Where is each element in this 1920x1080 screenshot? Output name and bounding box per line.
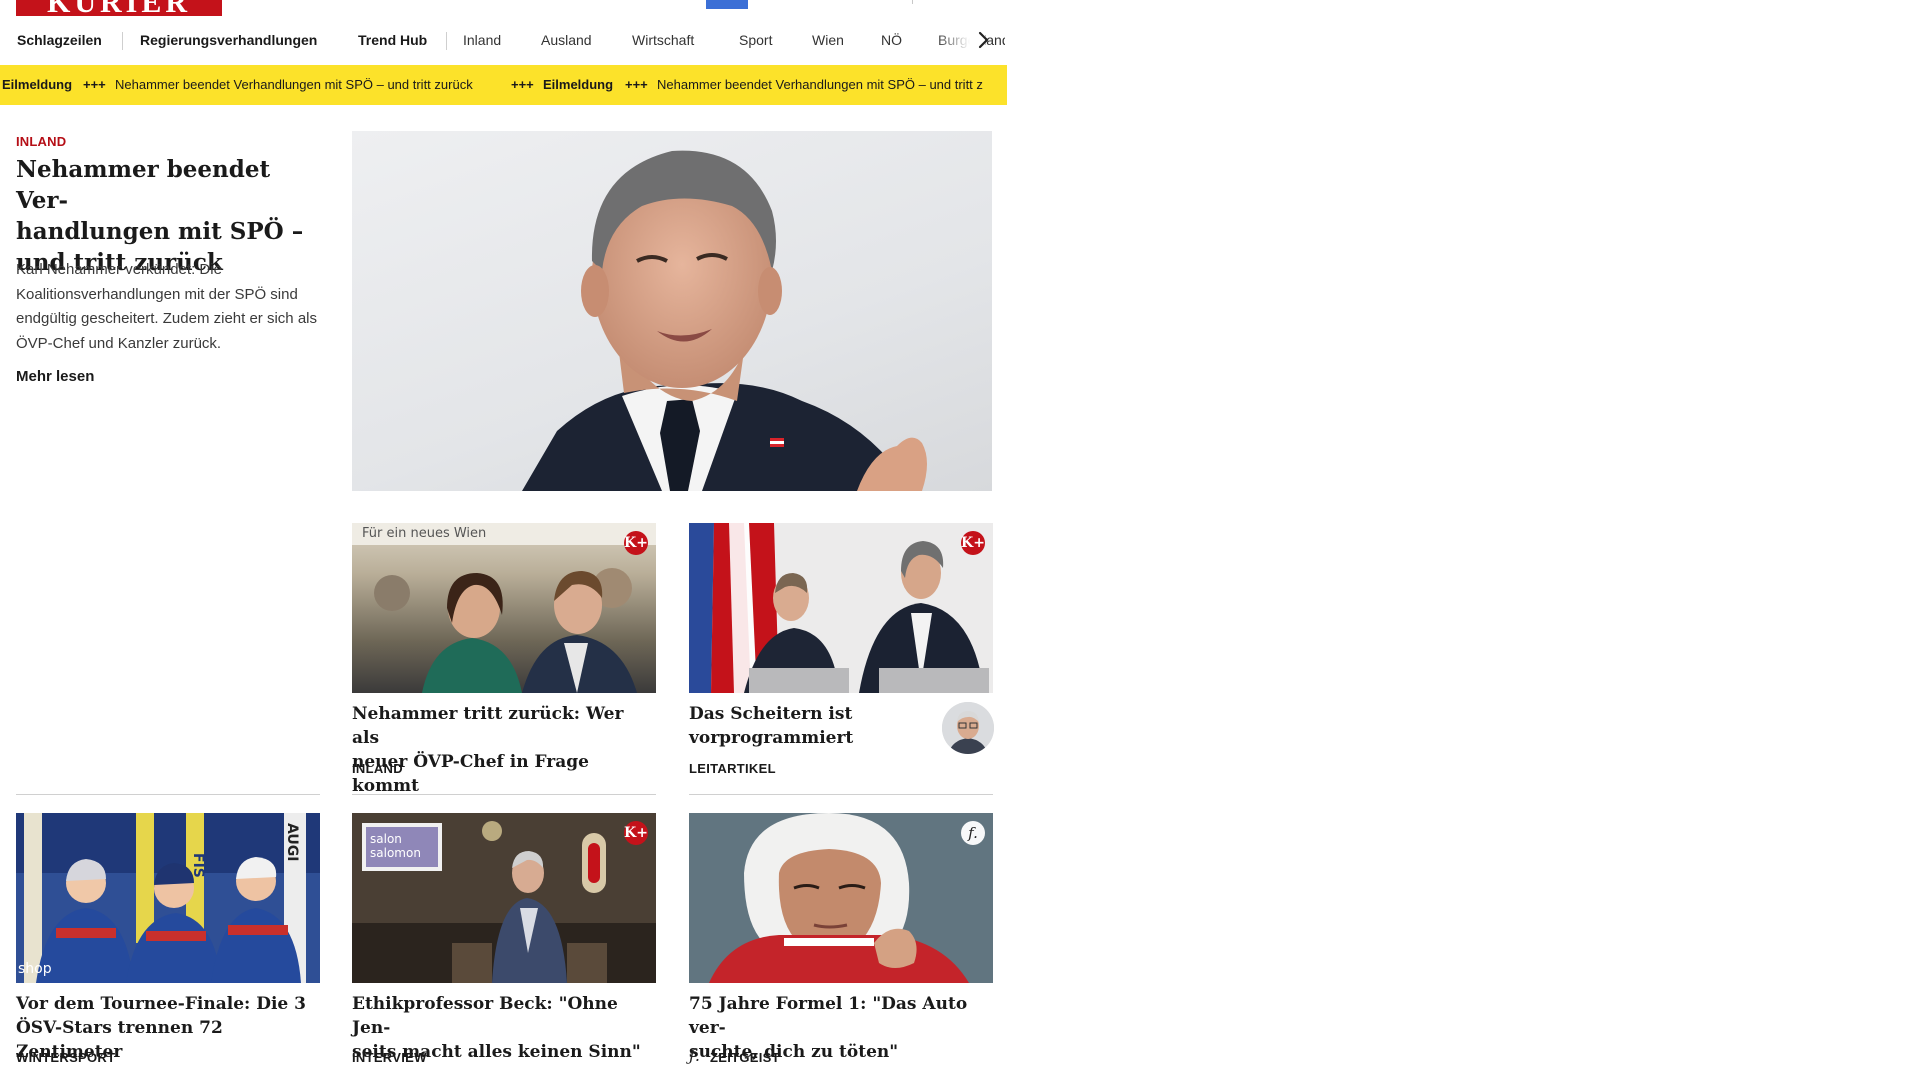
ticker-label: Eilmeldung (2, 77, 73, 92)
image-logo-text: salomon (370, 846, 421, 860)
nav-item-trend-hub[interactable]: Trend Hub (358, 24, 427, 56)
kplus-badge-icon: K+ (961, 531, 985, 555)
card-image[interactable]: FIS AUGI shop (16, 813, 320, 983)
card-title[interactable]: Das Scheitern ist vorprogrammiert (689, 702, 929, 750)
chevron-right-icon[interactable] (972, 24, 996, 56)
card-title-line: Vor dem Tournee-Finale: Die 3 (16, 994, 306, 1014)
lead-image[interactable] (352, 131, 992, 491)
row-divider (689, 794, 993, 795)
card-image[interactable]: Für ein neues Wien K+ (352, 523, 656, 693)
image-sign-text: Für ein neues Wien (362, 526, 486, 541)
nav-item-inland[interactable]: Inland (463, 24, 501, 56)
image-logo-text: salon (370, 832, 402, 846)
card-category[interactable]: INLAND (352, 761, 403, 776)
nav-item-sport[interactable]: Sport (739, 24, 772, 56)
card-title-line: Das Scheitern ist (689, 704, 853, 724)
nav-item-wirtschaft[interactable]: Wirtschaft (632, 24, 694, 56)
ticker-headline[interactable]: Nehammer beendet Verhandlungen mit SPÖ –… (115, 65, 473, 105)
card-image[interactable]: salon salomon K+ (352, 813, 656, 983)
read-more-link[interactable]: Mehr lesen (16, 368, 94, 385)
card-title[interactable]: Nehammer tritt zurück: Wer als neuer ÖVP… (352, 702, 656, 798)
card-title-line: vorprogrammiert (689, 728, 854, 748)
card-title-line: Nehammer tritt zurück: Wer als (352, 704, 624, 748)
breaking-news-ticker[interactable]: Eilmeldung +++ Nehammer beendet Verhandl… (0, 65, 1007, 105)
card-image[interactable]: K+ (689, 523, 993, 693)
top-divider (912, 0, 913, 4)
card-category[interactable]: LEITARTIKEL (689, 761, 776, 776)
card-image[interactable]: f. (689, 813, 993, 983)
card-category[interactable]: INTERVIEW (352, 1050, 427, 1065)
logo-text: KURIER (16, 0, 222, 16)
nav-separator (446, 32, 447, 50)
card-title-line: 75 Jahre Formel 1: "Das Auto ver- (689, 994, 968, 1038)
kurier-logo[interactable]: KURIER (16, 0, 222, 16)
nav-item-wien[interactable]: Wien (812, 24, 844, 56)
ticker-separator: +++ (83, 77, 106, 92)
nav-item-schlagzeilen[interactable]: Schlagzeilen (17, 24, 102, 56)
image-shop-text: shop (18, 961, 52, 977)
kplus-badge-icon: K+ (624, 821, 648, 845)
card-title-line: Ethikprofessor Beck: "Ohne Jen- (352, 994, 618, 1038)
zeitgeist-badge-icon: f. (961, 821, 985, 845)
ticker-separator: +++ (511, 77, 534, 92)
main-navigation: Schlagzeilen Regierungsverhandlungen Tre… (0, 24, 1005, 56)
author-avatar[interactable] (942, 702, 994, 754)
lead-title-line: Nehammer beendet Ver- (16, 156, 271, 214)
nav-item-regierungsverhandlungen[interactable]: Regierungsverhandlungen (140, 24, 317, 56)
card-category[interactable]: WINTERSPORT (16, 1050, 115, 1065)
nav-item-noe[interactable]: NÖ (881, 24, 902, 56)
zeitgeist-icon: ƒ. (689, 1046, 701, 1065)
kplus-badge-icon: K+ (624, 531, 648, 555)
ticker-headline-clipped[interactable]: Nehammer beendet Verhandlungen mit SPÖ –… (657, 65, 983, 105)
nav-item-ausland[interactable]: Ausland (541, 24, 592, 56)
top-blue-button[interactable] (706, 0, 748, 9)
lead-title-line: handlungen mit SPÖ – (16, 218, 304, 245)
card-category[interactable]: ZEITGEIST (710, 1050, 780, 1065)
nav-separator (122, 32, 123, 50)
lead-teaser: Karl Nehammer verkündet: Die Koalitionsv… (16, 261, 317, 352)
image-augi-text: AUGI (284, 823, 300, 861)
row-divider (352, 794, 656, 795)
lead-category[interactable]: INLAND (16, 134, 66, 149)
ticker-label: Eilmeldung (543, 77, 614, 92)
ticker-separator: +++ (625, 77, 648, 92)
row-divider (16, 794, 320, 795)
